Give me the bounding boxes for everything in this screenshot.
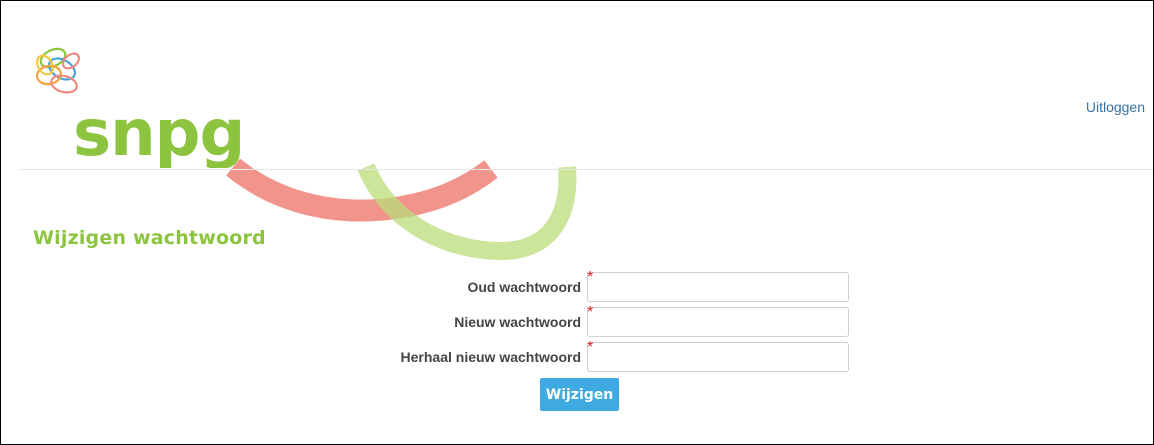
repeat-password-row: Herhaal nieuw wachtwoord *	[301, 339, 861, 372]
old-password-input[interactable]	[587, 272, 849, 302]
required-marker: *	[587, 269, 594, 286]
old-password-label: Oud wachtwoord	[467, 279, 581, 295]
logo-rings-icon	[35, 47, 80, 94]
new-password-input[interactable]	[587, 307, 849, 337]
logout-link[interactable]: Uitloggen	[1086, 99, 1145, 115]
snpg-logo[interactable]: snpg	[31, 43, 261, 168]
new-password-row: Nieuw wachtwoord *	[301, 304, 861, 337]
header-divider	[19, 169, 1153, 170]
repeat-password-label: Herhaal nieuw wachtwoord	[400, 349, 581, 365]
required-marker: *	[587, 304, 594, 321]
logo-wordmark: snpg	[73, 97, 244, 168]
new-password-label: Nieuw wachtwoord	[454, 314, 581, 330]
repeat-password-input[interactable]	[587, 342, 849, 372]
red-swoosh	[226, 158, 498, 222]
page-frame: snpg Uitloggen Wijzigen wachtwoord Oud w…	[0, 0, 1154, 445]
old-password-row: Oud wachtwoord *	[301, 269, 861, 302]
submit-button[interactable]: Wijzigen	[540, 378, 619, 411]
page-title: Wijzigen wachtwoord	[33, 227, 266, 249]
green-swoosh	[357, 163, 577, 261]
required-marker: *	[587, 339, 594, 356]
